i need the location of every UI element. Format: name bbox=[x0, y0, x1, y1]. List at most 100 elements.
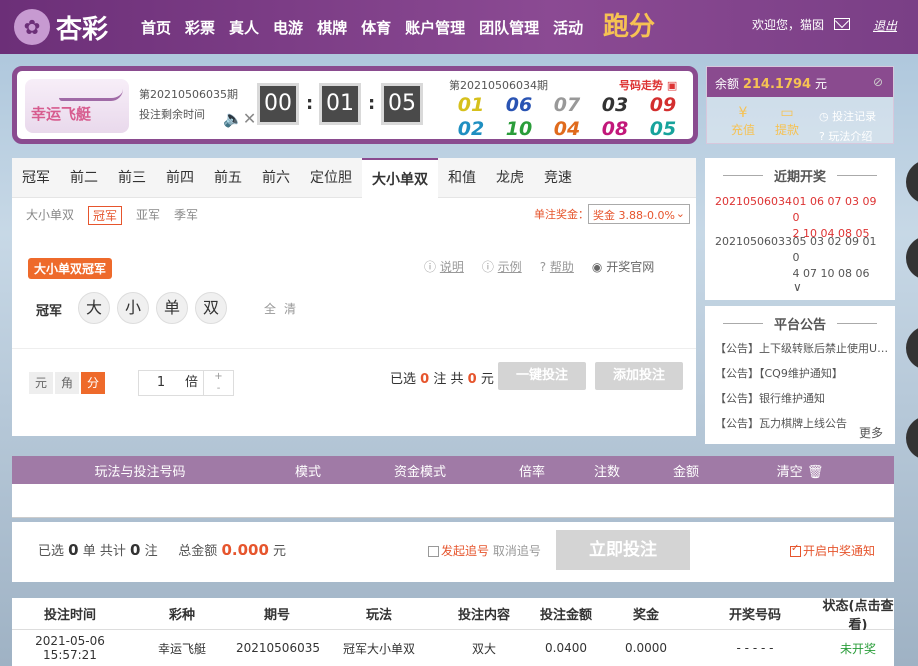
clear-cart-button[interactable]: 清空 🗑 bbox=[730, 461, 870, 480]
hide-balance-icon[interactable]: ⊘ bbox=[873, 75, 883, 89]
prize-label: 单注奖金： bbox=[534, 208, 589, 221]
selected-amount: 0 bbox=[467, 372, 477, 387]
logout-link[interactable]: 退出 bbox=[873, 17, 897, 34]
side-float-icon[interactable] bbox=[906, 326, 918, 370]
bets-count: 0 bbox=[130, 541, 141, 559]
add-bet-button[interactable]: 添加投注 bbox=[595, 362, 683, 390]
unit-yuan[interactable]: 元 bbox=[29, 372, 53, 394]
bet-record-link[interactable]: ◷ 投注记录 bbox=[819, 107, 876, 127]
table-cell[interactable]: 未开奖 bbox=[822, 640, 894, 657]
nav-team[interactable]: 团队管理 bbox=[472, 17, 546, 38]
draw-numbers-line1: 01 06 07 03 09 0 bbox=[792, 195, 877, 224]
draw-number-ball: 02 bbox=[457, 118, 485, 140]
col-bet-time: 投注时间 bbox=[43, 608, 96, 623]
choice-even[interactable]: 双 bbox=[195, 292, 227, 324]
win-notify-checkbox[interactable]: 开启中奖通知 bbox=[790, 542, 875, 559]
expand-draws-button[interactable]: ∨ bbox=[793, 280, 802, 294]
account-box: 余额 214.1794 元 ⊘ ¥ 充值 ▭ 提款 ◷ 投注记录 ? 玩法介绍 bbox=[706, 66, 894, 144]
multiplier-stepper[interactable]: 1 倍 + - bbox=[138, 370, 234, 396]
withdraw-button[interactable]: ▭ 提款 bbox=[769, 105, 805, 138]
tab-bigsmall-oddeven[interactable]: 大小单双 bbox=[362, 158, 438, 198]
subtab-second[interactable]: 亚军 bbox=[136, 206, 160, 225]
side-float-icon[interactable] bbox=[906, 236, 918, 280]
tab-champion[interactable]: 冠军 bbox=[12, 158, 60, 198]
subtab-third[interactable]: 季军 bbox=[174, 206, 198, 225]
notify-label: 开启中奖通知 bbox=[803, 544, 876, 558]
totals-summary: 已选 0 单 共计 0 注 总金额 0.000 元 bbox=[38, 540, 286, 559]
mail-icon[interactable] bbox=[834, 18, 850, 30]
notice-item[interactable]: 【公告】【CQ9维护通知】 bbox=[715, 361, 891, 386]
total-amount: 0.000 bbox=[221, 541, 269, 559]
choice-small[interactable]: 小 bbox=[117, 292, 149, 324]
nav-sports[interactable]: 体育 bbox=[354, 17, 398, 38]
nav-slots[interactable]: 电游 bbox=[266, 17, 310, 38]
chase-checkbox[interactable]: 发起追号 bbox=[428, 544, 489, 558]
official-draw-link[interactable]: ◉ 开奖官网 bbox=[592, 258, 654, 275]
game-logo: 幸运飞艇 bbox=[25, 79, 129, 133]
cancel-chase-link[interactable]: 取消追号 bbox=[493, 544, 541, 558]
promo-link[interactable]: 跑分 bbox=[603, 6, 655, 43]
table-cell: 双大 bbox=[471, 641, 496, 656]
tab-sum[interactable]: 和值 bbox=[438, 158, 486, 198]
notice-item[interactable]: 【公告】上下级转账后禁止使用US... bbox=[715, 336, 891, 361]
nav-live[interactable]: 真人 bbox=[222, 17, 266, 38]
sound-mute-icon[interactable]: 🔈✕ bbox=[223, 109, 256, 128]
table-cell: - - - - - bbox=[736, 641, 774, 655]
tab-top6[interactable]: 前六 bbox=[252, 158, 300, 198]
notice-item[interactable]: 【公告】银行维护通知 bbox=[715, 386, 891, 411]
clear-button[interactable]: 清 bbox=[284, 302, 304, 316]
deposit-button[interactable]: ¥ 充值 bbox=[725, 105, 761, 138]
table-cell: 20210506035 bbox=[236, 641, 320, 655]
site-logo[interactable]: ✿ 杏彩 bbox=[14, 8, 114, 46]
tab-top4[interactable]: 前四 bbox=[156, 158, 204, 198]
quick-bet-button[interactable]: 一键投注 bbox=[498, 362, 586, 390]
rules-link[interactable]: ? 玩法介绍 bbox=[819, 127, 876, 147]
plus-button[interactable]: + bbox=[204, 371, 233, 383]
nav-cards[interactable]: 棋牌 bbox=[310, 17, 354, 38]
table-row[interactable]: 2021-05-06 15:57:21 幸运飞艇 20210506035 冠军大小单双… bbox=[12, 630, 894, 666]
select-all-button[interactable]: 全 bbox=[264, 302, 284, 316]
divider bbox=[837, 175, 877, 176]
help-label: 帮助 bbox=[549, 260, 574, 274]
table-cell: 0.0000 bbox=[625, 641, 667, 655]
chase-controls: 发起追号 取消追号 bbox=[428, 542, 541, 559]
trend-link[interactable]: 号码走势 ▣ bbox=[619, 77, 677, 93]
table-cell: 0.0400 bbox=[545, 641, 587, 655]
nav-activity[interactable]: 活动 bbox=[546, 17, 590, 38]
tab-dragon-tiger[interactable]: 龙虎 bbox=[486, 158, 534, 198]
nav-account[interactable]: 账户管理 bbox=[398, 17, 472, 38]
choice-odd[interactable]: 单 bbox=[156, 292, 188, 324]
chart-icon: ▣ bbox=[666, 79, 678, 92]
tab-position[interactable]: 定位胆 bbox=[300, 158, 362, 198]
subtab-champion[interactable]: 冠军 bbox=[88, 206, 123, 225]
col-content: 投注内容 bbox=[457, 608, 510, 623]
nav-lottery[interactable]: 彩票 bbox=[178, 17, 222, 38]
nav-home[interactable]: 首页 bbox=[134, 17, 178, 38]
draw-number-ball: 04 bbox=[553, 118, 581, 140]
deposit-icon: ¥ bbox=[738, 105, 748, 121]
example-link[interactable]: ⓘ 示例 bbox=[482, 258, 522, 275]
tab-race[interactable]: 竞速 bbox=[534, 158, 582, 198]
bet-now-button[interactable]: 立即投注 bbox=[556, 530, 690, 570]
multiplier-value[interactable]: 1 bbox=[139, 371, 183, 395]
explain-link[interactable]: ⓘ 说明 bbox=[424, 258, 464, 275]
official-draw-label: 开奖官网 bbox=[606, 260, 655, 274]
unit-fen[interactable]: 分 bbox=[81, 372, 105, 394]
help-link[interactable]: ? 帮助 bbox=[540, 258, 574, 275]
side-float-icon[interactable] bbox=[906, 416, 918, 460]
countdown-hours: 00 bbox=[257, 83, 299, 125]
choice-big[interactable]: 大 bbox=[78, 292, 110, 324]
selected-suffix: 元 bbox=[480, 372, 494, 387]
minus-button[interactable]: - bbox=[204, 383, 233, 395]
tab-top5[interactable]: 前五 bbox=[204, 158, 252, 198]
unit-jiao[interactable]: 角 bbox=[55, 372, 79, 394]
selected-count: 0 bbox=[420, 372, 430, 387]
draw-number-ball: 08 bbox=[601, 118, 629, 140]
prize-select[interactable]: 奖金 3.88-0.0% ⌄ bbox=[588, 204, 690, 224]
tab-top3[interactable]: 前三 bbox=[108, 158, 156, 198]
last-issue: 第20210506034期 bbox=[449, 79, 548, 92]
more-link[interactable]: 更多 bbox=[859, 424, 883, 441]
tab-top2[interactable]: 前二 bbox=[60, 158, 108, 198]
subtab-bigsmall[interactable]: 大小单双 bbox=[26, 206, 74, 225]
side-float-icon[interactable] bbox=[906, 160, 918, 204]
